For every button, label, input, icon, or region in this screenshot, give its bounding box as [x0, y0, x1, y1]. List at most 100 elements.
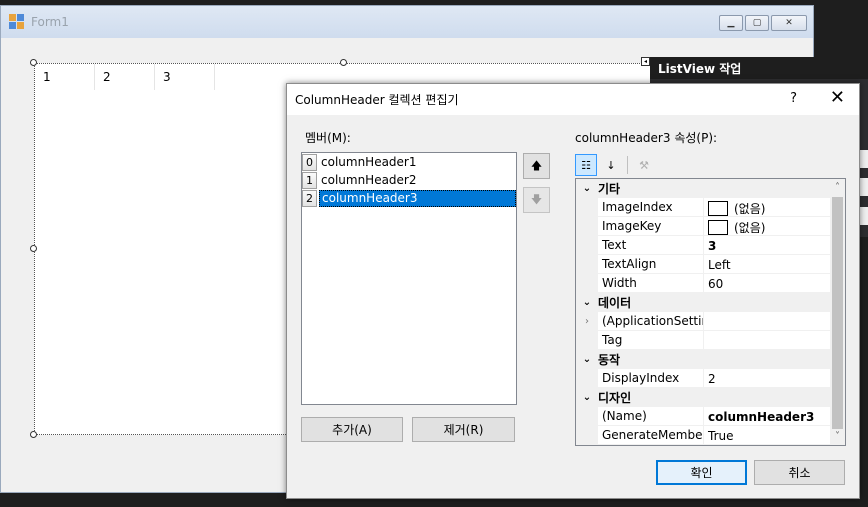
property-value[interactable]: True: [704, 426, 831, 445]
move-up-button[interactable]: 🡅: [523, 153, 550, 179]
property-name: Text: [598, 236, 704, 255]
member-index: 0: [302, 153, 317, 171]
member-item[interactable]: 2 columnHeader3: [302, 189, 516, 207]
property-value[interactable]: 3: [704, 236, 831, 255]
member-item[interactable]: 0 columnHeader1: [302, 153, 516, 171]
listview-tasks-title: ListView 작업: [650, 57, 868, 79]
row-gutter: [576, 274, 598, 293]
scroll-up-icon[interactable]: ˄: [830, 179, 845, 196]
smart-tag-icon[interactable]: ◂: [641, 57, 650, 66]
property-row[interactable]: DisplayIndex 2: [576, 369, 831, 388]
property-category[interactable]: ⌄ 데이터: [576, 293, 831, 312]
form-app-icon: [9, 14, 25, 30]
collapse-icon[interactable]: ⌄: [576, 392, 598, 403]
property-value[interactable]: 2: [704, 369, 831, 388]
member-name: columnHeader3: [319, 189, 516, 207]
dialog-title: ColumnHeader 컬렉션 편집기: [295, 93, 459, 107]
property-row[interactable]: Text 3: [576, 236, 831, 255]
properties-label: columnHeader3 속성(P):: [575, 131, 718, 145]
property-row[interactable]: ImageKey (없음): [576, 217, 831, 236]
property-category[interactable]: ⌄ 디자인: [576, 388, 831, 407]
property-value-text: True: [708, 429, 734, 443]
resize-handle[interactable]: [340, 59, 347, 66]
member-index: 1: [302, 171, 317, 189]
property-row[interactable]: ›(ApplicationSettings): [576, 312, 831, 331]
row-gutter: [576, 369, 598, 388]
ok-button[interactable]: 확인: [656, 460, 747, 485]
close-icon[interactable]: ✕: [771, 15, 807, 31]
collapse-icon[interactable]: ⌄: [576, 297, 598, 308]
resize-handle[interactable]: [30, 431, 37, 438]
property-value[interactable]: 60: [704, 274, 831, 293]
property-name: DisplayIndex: [598, 369, 704, 388]
property-category[interactable]: ⌄ 동작: [576, 350, 831, 369]
row-gutter: [576, 198, 598, 217]
property-row[interactable]: Tag: [576, 331, 831, 350]
members-label: 멤버(M):: [305, 131, 351, 145]
property-value[interactable]: (없음): [704, 217, 831, 236]
property-value[interactable]: Left: [704, 255, 831, 274]
category-name: 동작: [598, 353, 621, 367]
property-row[interactable]: Width 60: [576, 274, 831, 293]
expand-icon[interactable]: ›: [576, 312, 598, 331]
move-down-button[interactable]: 🡇: [523, 187, 550, 213]
listview-column-header[interactable]: 1: [35, 64, 95, 90]
scroll-down-icon[interactable]: ˅: [830, 428, 845, 445]
members-list[interactable]: 0 columnHeader1 1 columnHeader2 2 columnHeade…: [301, 152, 517, 405]
member-item[interactable]: 1 columnHeader2: [302, 171, 516, 189]
property-name: ImageKey: [598, 217, 704, 236]
image-swatch: [708, 219, 728, 235]
member-name: columnHeader2: [321, 172, 417, 187]
property-value-text: (없음): [734, 201, 766, 216]
collapse-icon[interactable]: ⌄: [576, 183, 598, 194]
property-grid[interactable]: ⌄ 기타 ImageIndex (없음) ImageKey (없음) Text 3 TextAl…: [575, 178, 846, 446]
close-icon[interactable]: ✕: [830, 89, 845, 107]
property-row[interactable]: (Name) columnHeader3: [576, 407, 831, 426]
category-name: 데이터: [598, 296, 632, 310]
property-value-text: 2: [708, 372, 716, 386]
maximize-icon[interactable]: ▢: [745, 15, 769, 31]
collapse-icon[interactable]: ⌄: [576, 354, 598, 365]
row-gutter: [576, 426, 598, 445]
scroll-thumb[interactable]: [832, 197, 843, 429]
listview-column-header[interactable]: 2: [95, 64, 155, 90]
property-value-text: (없음): [734, 220, 766, 235]
row-gutter: [576, 255, 598, 274]
property-name: (ApplicationSettings): [598, 312, 704, 331]
property-value[interactable]: columnHeader3: [704, 407, 831, 426]
property-value[interactable]: [704, 331, 831, 350]
property-row[interactable]: GenerateMember True: [576, 426, 831, 445]
minimize-icon[interactable]: ▁: [719, 15, 743, 31]
listview-column-header[interactable]: 3: [155, 64, 215, 90]
resize-handle[interactable]: [30, 59, 37, 66]
add-button[interactable]: 추가(A): [301, 417, 403, 442]
help-icon[interactable]: ?: [790, 91, 797, 106]
cancel-button[interactable]: 취소: [754, 460, 845, 485]
toolbar-divider: [627, 156, 628, 174]
property-category[interactable]: ⌄ 기타: [576, 179, 831, 198]
property-grid-scrollbar[interactable]: ˄ ˅: [830, 179, 845, 445]
remove-button[interactable]: 제거(R): [412, 417, 515, 442]
member-index: 2: [302, 189, 317, 207]
property-name: Tag: [598, 331, 704, 350]
property-row[interactable]: TextAlign Left: [576, 255, 831, 274]
property-row[interactable]: ImageIndex (없음): [576, 198, 831, 217]
image-swatch: [708, 200, 728, 216]
categorized-icon[interactable]: ☷: [575, 154, 597, 176]
property-name: GenerateMember: [598, 426, 704, 445]
property-name: TextAlign: [598, 255, 704, 274]
row-gutter: [576, 217, 598, 236]
alphabetical-icon[interactable]: ↓: [600, 154, 622, 176]
property-name: (Name): [598, 407, 704, 426]
property-value[interactable]: [704, 312, 831, 331]
property-name: ImageIndex: [598, 198, 704, 217]
category-name: 디자인: [598, 391, 632, 405]
property-name: Width: [598, 274, 704, 293]
row-gutter: [576, 331, 598, 350]
properties-toolbar: ☷ ↓ ⚒: [575, 154, 655, 176]
row-gutter: [576, 407, 598, 426]
resize-handle[interactable]: [30, 245, 37, 252]
property-value[interactable]: (없음): [704, 198, 831, 217]
property-pages-icon[interactable]: ⚒: [633, 154, 655, 176]
form1-titlebar: Form1 ▁ ▢ ✕: [1, 6, 813, 38]
